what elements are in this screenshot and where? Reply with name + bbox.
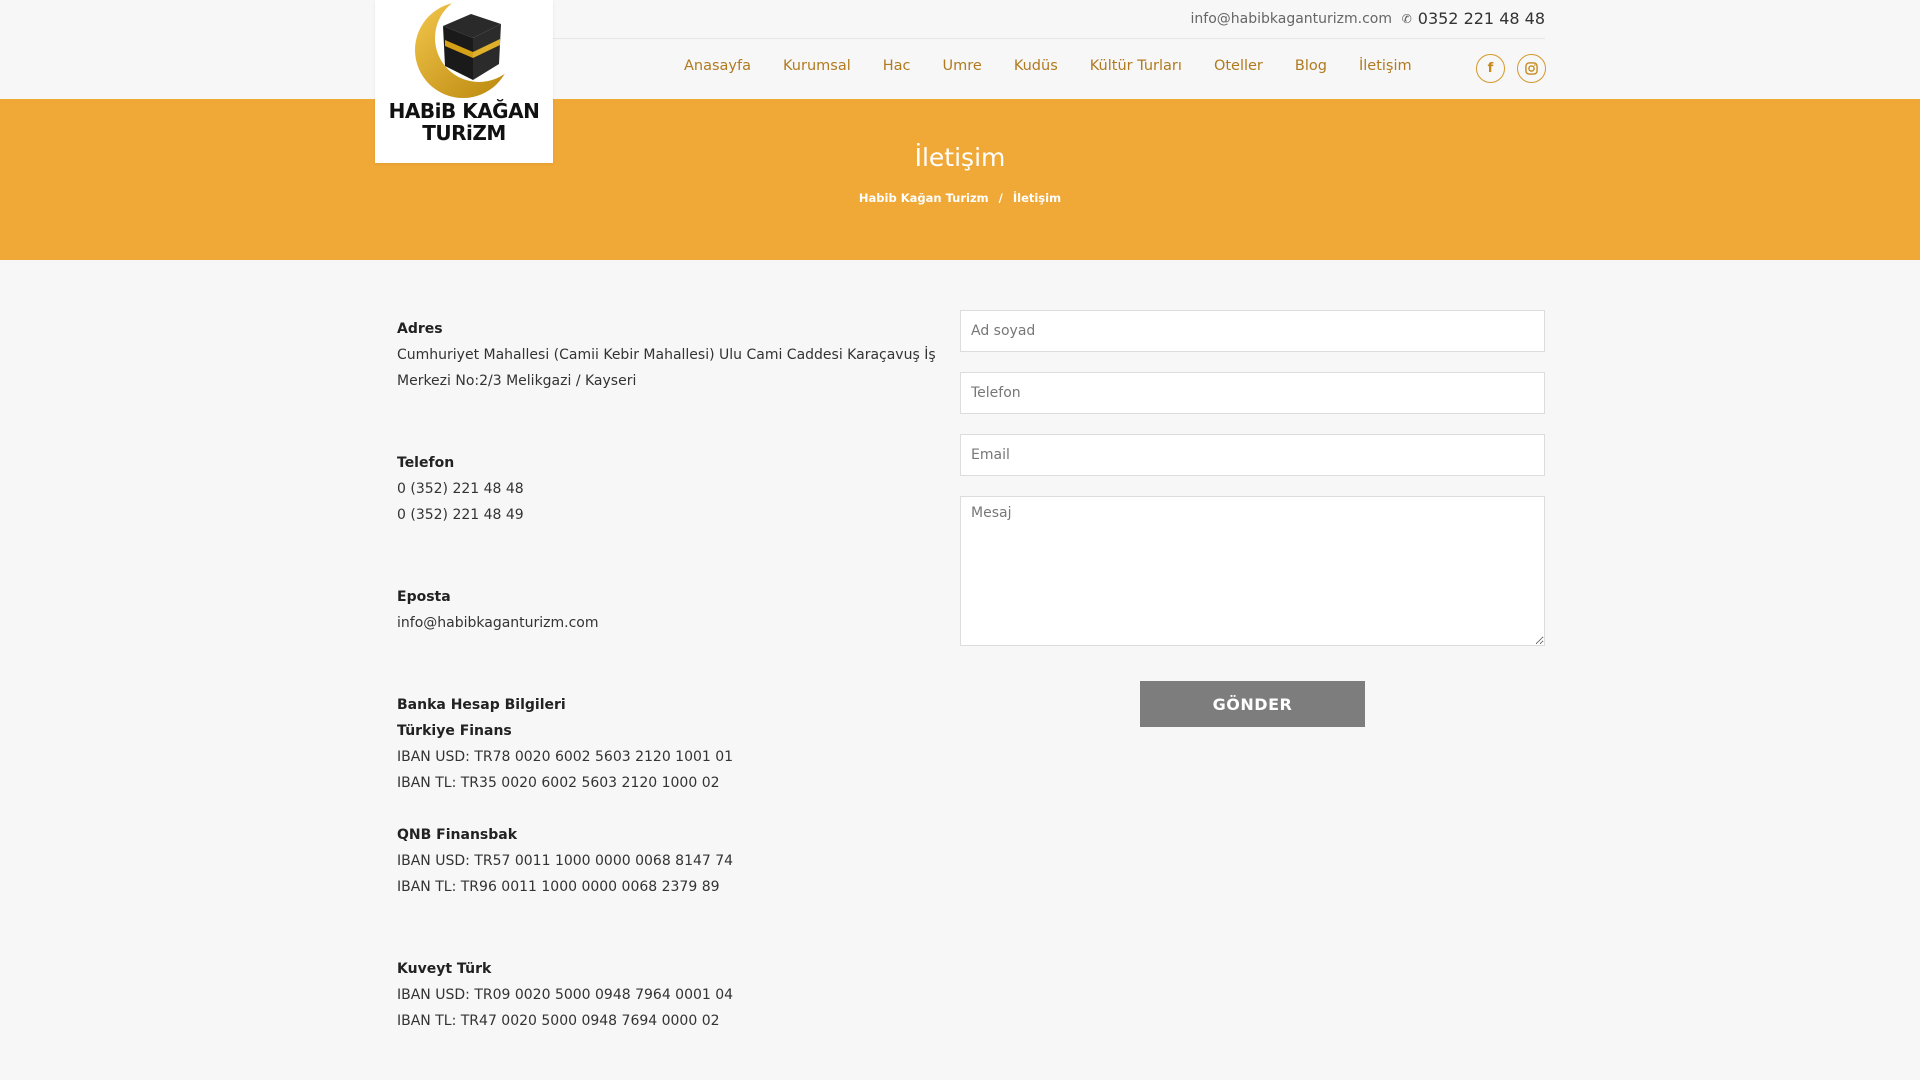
iban-usd: IBAN USD: TR57 0011 1000 0000 0068 8147 … [397,853,734,869]
contact-form: GÖNDER [960,310,1545,727]
bank-name: QNB Finansbak [397,827,518,843]
iban-usd: IBAN USD: TR09 0020 5000 0948 7964 0001 … [397,987,734,1003]
logo-line-2: TURiZM [422,121,506,145]
nav-item-kultur-turlari[interactable]: Kültür Turları [1090,58,1182,74]
page-banner: İletişim Habib Kağan Turizm / İletişim [0,99,1920,260]
nav-item-umre[interactable]: Umre [943,58,982,74]
iban-usd: IBAN USD: TR78 0020 6002 5603 2120 1001 … [397,749,734,765]
facebook-icon[interactable]: f [1476,54,1505,83]
top-phone[interactable]: ✆ 0352 221 48 48 [1402,9,1545,28]
logo-line-1: HABiB KAĞAN [388,99,540,123]
site-logo[interactable]: HABiB KAĞAN TURiZM [375,0,553,163]
main-nav: Anasayfa Kurumsal Hac Umre Kudüs Kültür … [684,58,1444,74]
nav-item-kurumsal[interactable]: Kurumsal [783,58,851,74]
logo-text: HABiB KAĞAN TURiZM [375,100,553,144]
bank-name: Türkiye Finans [397,723,512,739]
bank-info-label: Banka Hesap Bilgileri [397,697,566,713]
address-line-1: Cumhuriyet Mahallesi (Camii Kebir Mahall… [397,347,936,363]
iban-tl: IBAN TL: TR35 0020 6002 5603 2120 1000 0… [397,775,720,791]
contact-info: Adres Cumhuriyet Mahallesi (Camii Kebir … [397,316,942,1034]
top-phone-number: 0352 221 48 48 [1417,9,1545,28]
breadcrumb-home[interactable]: Habib Kağan Turizm [859,191,989,205]
nav-item-oteller[interactable]: Oteller [1214,58,1263,74]
address-label: Adres [397,321,443,337]
email-input[interactable] [960,434,1545,476]
nav-item-hac[interactable]: Hac [883,58,911,74]
top-bar: info@habibkaganturizm.com ✆ 0352 221 48 … [553,0,1545,39]
nav-item-iletisim[interactable]: İletişim [1359,58,1412,74]
email-label: Eposta [397,589,451,605]
phone-input[interactable] [960,372,1545,414]
send-button[interactable]: GÖNDER [1140,681,1365,727]
breadcrumb: Habib Kağan Turizm / İletişim [0,191,1920,205]
email-link[interactable]: info@habibkaganturizm.com [397,610,942,636]
instagram-glyph [1525,62,1538,75]
message-textarea[interactable] [960,496,1545,646]
page-title: İletişim [914,143,1006,172]
instagram-icon[interactable] [1517,54,1546,83]
breadcrumb-current: İletişim [1012,191,1062,205]
iban-tl: IBAN TL: TR96 0011 1000 0000 0068 2379 8… [397,879,720,895]
iban-tl: IBAN TL: TR47 0020 5000 0948 7694 0000 0… [397,1013,720,1029]
address-line-2: Merkezi No:2/3 Melikgazi / Kayseri [397,373,637,389]
phone-number-2[interactable]: 0 (352) 221 48 49 [397,502,942,528]
name-input[interactable] [960,310,1545,352]
site-header: info@habibkaganturizm.com ✆ 0352 221 48 … [0,0,1920,99]
nav-item-anasayfa[interactable]: Anasayfa [684,58,751,74]
kaaba-crescent-logo-icon [415,0,523,98]
nav-item-blog[interactable]: Blog [1295,58,1327,74]
phone-label: Telefon [397,455,455,471]
social-links: f [1476,54,1546,83]
phone-number-1[interactable]: 0 (352) 221 48 48 [397,476,942,502]
bank-name: Kuveyt Türk [397,961,492,977]
phone-icon: ✆ [1401,11,1412,26]
breadcrumb-separator: / [998,191,1003,205]
top-email-link[interactable]: info@habibkaganturizm.com [1191,11,1393,27]
nav-item-kudus[interactable]: Kudüs [1014,58,1058,74]
